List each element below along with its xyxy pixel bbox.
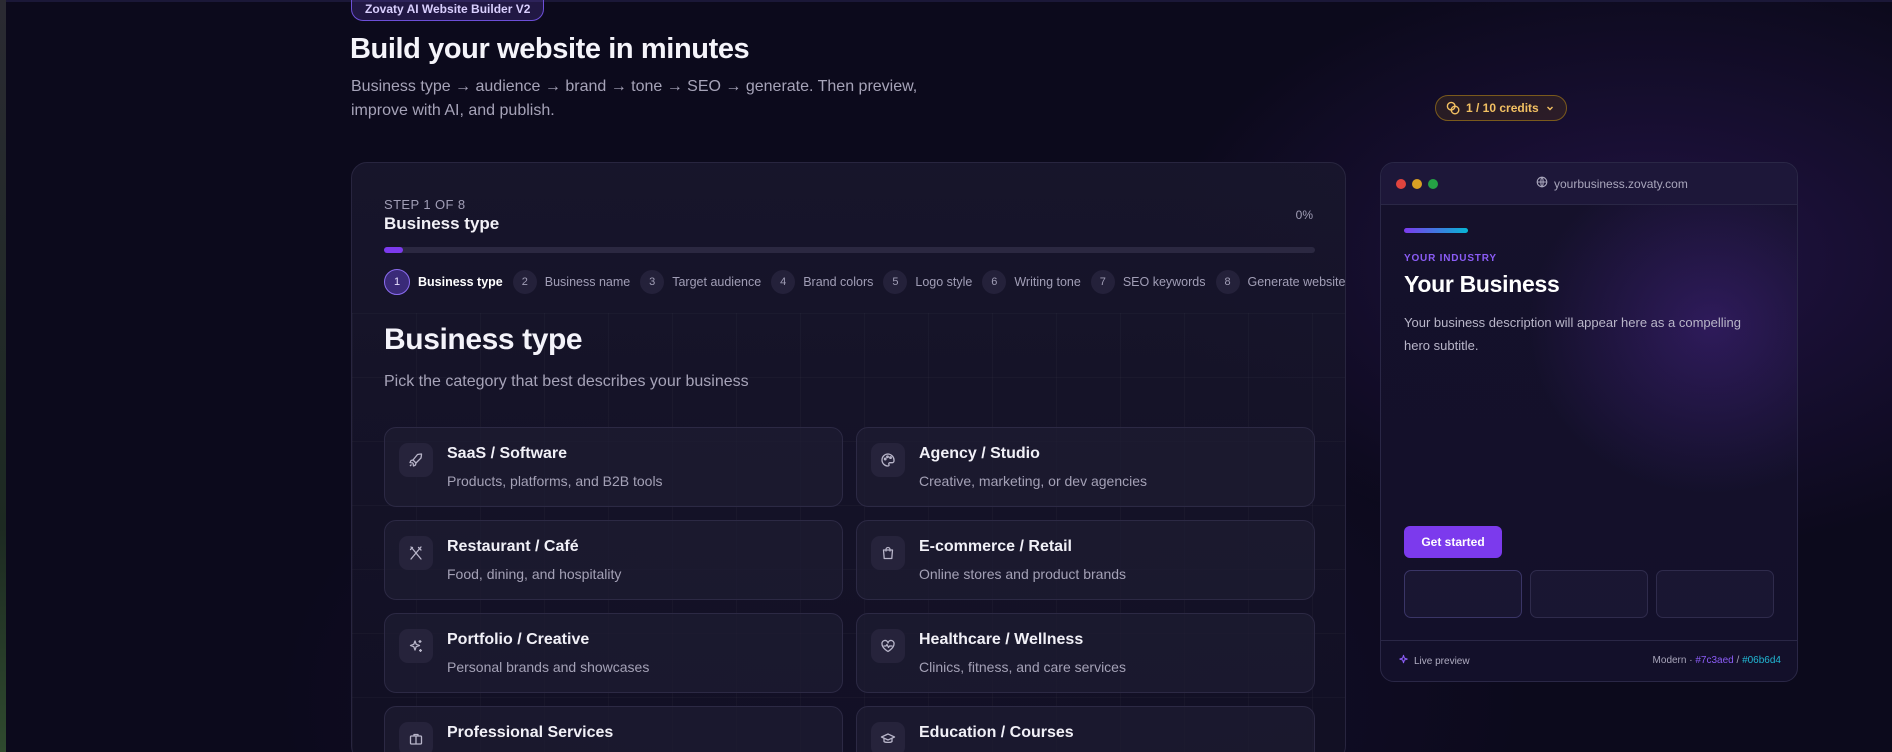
step-business-type[interactable]: 1 Business type	[384, 269, 503, 295]
preview-description: Your business description will appear he…	[1404, 315, 1741, 353]
business-type-options: SaaS / Software Products, platforms, and…	[384, 427, 1315, 752]
option-description: Food, dining, and hospitality	[447, 566, 622, 582]
step-brand-colors[interactable]: 4 Brand colors	[771, 270, 873, 294]
progress-bar	[384, 247, 1315, 253]
option-title: Healthcare / Wellness	[919, 631, 1084, 648]
step-number: 3	[640, 270, 665, 294]
website-preview: yourbusiness.zovaty.com YOUR INDUSTRY Yo…	[1380, 162, 1798, 682]
briefcase-icon	[399, 722, 433, 752]
preview-feature-tiles	[1404, 570, 1774, 618]
option-title: E-commerce / Retail	[919, 538, 1072, 555]
preview-footer: Live preview Modern · #7c3aed / #06b6d4	[1381, 640, 1797, 681]
step-number: 6	[982, 270, 1007, 294]
step-number: 5	[883, 270, 908, 294]
globe-icon	[1536, 176, 1548, 191]
url-text: yourbusiness.zovaty.com	[1554, 176, 1688, 191]
step-label: Business type	[418, 275, 503, 289]
page-subtitle: Business type → audience → brand → tone …	[351, 78, 918, 119]
preview-industry: YOUR INDUSTRY	[1404, 253, 1497, 264]
accent-bar	[1404, 228, 1468, 233]
rocket-icon	[399, 443, 433, 477]
option-healthcare[interactable]: Healthcare / Wellness Clinics, fitness, …	[856, 613, 1315, 693]
credits-label: 1 / 10 credits	[1466, 101, 1539, 115]
option-saas[interactable]: SaaS / Software Products, platforms, and…	[384, 427, 843, 507]
utensils-icon	[399, 536, 433, 570]
progress-percent: 0%	[1295, 208, 1313, 222]
step-number: 8	[1215, 270, 1240, 294]
theme-info: Modern · #7c3aed / #06b6d4	[1653, 655, 1781, 666]
step-target-audience[interactable]: 3 Target audience	[640, 270, 761, 294]
feature-tile	[1530, 570, 1648, 618]
page-title: Build your website in minutes	[350, 33, 750, 65]
step-number: 4	[771, 270, 796, 294]
option-description: Clinics, fitness, and care services	[919, 659, 1126, 675]
graduation-cap-icon	[871, 722, 905, 752]
step-counter: STEP 1 OF 8	[384, 197, 466, 212]
option-title: SaaS / Software	[447, 445, 568, 462]
browser-bar: yourbusiness.zovaty.com	[1381, 163, 1797, 205]
step-logo-style[interactable]: 5 Logo style	[883, 270, 972, 294]
close-dot-icon	[1396, 179, 1406, 189]
version-badge: Zovaty AI Website Builder V2	[351, 0, 545, 21]
step-number: 2	[512, 270, 537, 294]
step-label: Logo style	[915, 275, 973, 289]
heart-pulse-icon	[871, 629, 905, 663]
step-number: 1	[384, 269, 410, 295]
option-title: Education / Courses	[919, 724, 1074, 741]
progress-fill	[384, 247, 403, 253]
step-label: Generate website	[1247, 275, 1346, 289]
sparkle-icon	[1398, 654, 1409, 668]
section-title: Business type	[384, 323, 583, 356]
option-ecommerce[interactable]: E-commerce / Retail Online stores and pr…	[856, 520, 1315, 600]
option-description: Products, platforms, and B2B tools	[447, 473, 663, 489]
feature-tile	[1656, 570, 1774, 618]
step-number: 7	[1090, 270, 1115, 294]
theme-label: Modern ·	[1652, 655, 1696, 666]
option-agency[interactable]: Agency / Studio Creative, marketing, or …	[856, 427, 1315, 507]
step-label: SEO keywords	[1122, 275, 1206, 289]
option-description: Creative, marketing, or dev agencies	[919, 473, 1147, 489]
step-label: Target audience	[672, 275, 762, 289]
option-restaurant[interactable]: Restaurant / Café Food, dining, and hosp…	[384, 520, 843, 600]
step-seo-keywords[interactable]: 7 SEO keywords	[1090, 270, 1206, 294]
option-portfolio[interactable]: Portfolio / Creative Personal brands and…	[384, 613, 843, 693]
minimize-dot-icon	[1412, 179, 1422, 189]
option-description: Personal brands and showcases	[447, 659, 650, 675]
top-border	[0, 0, 1892, 2]
wizard-card: STEP 1 OF 8 Business type 0% 1 Business …	[351, 162, 1346, 752]
step-label: Brand colors	[803, 275, 874, 289]
feature-tile	[1404, 570, 1522, 618]
step-label: Writing tone	[1014, 275, 1081, 289]
color-separator: /	[1733, 655, 1743, 666]
preview-url: yourbusiness.zovaty.com	[1536, 176, 1688, 191]
option-title: Professional Services	[447, 724, 614, 741]
live-preview-indicator: Live preview	[1398, 654, 1470, 668]
option-professional-services[interactable]: Professional Services	[384, 706, 843, 752]
secondary-color-code: #06b6d4	[1742, 655, 1781, 666]
maximize-dot-icon	[1428, 179, 1438, 189]
chevron-down-icon	[1545, 103, 1555, 113]
current-step-title: Business type	[384, 214, 500, 233]
palette-icon	[871, 443, 905, 477]
option-title: Restaurant / Café	[447, 538, 579, 555]
primary-color-code: #7c3aed	[1695, 655, 1734, 666]
window-edge	[0, 0, 6, 752]
live-preview-label: Live preview	[1414, 655, 1470, 667]
shopping-bag-icon	[871, 536, 905, 570]
preview-title: Your Business	[1404, 271, 1560, 297]
option-education[interactable]: Education / Courses	[856, 706, 1315, 752]
sparkles-icon	[399, 629, 433, 663]
coins-icon	[1446, 101, 1460, 115]
option-description: Online stores and product brands	[919, 566, 1127, 582]
step-business-name[interactable]: 2 Business name	[512, 270, 631, 294]
step-generate-website[interactable]: 8 Generate website	[1215, 270, 1346, 294]
section-subtitle: Pick the category that best describes yo…	[384, 373, 749, 390]
credits-button[interactable]: 1 / 10 credits	[1435, 95, 1567, 121]
option-title: Portfolio / Creative	[447, 631, 590, 648]
preview-cta-button[interactable]: Get started	[1404, 526, 1502, 558]
option-title: Agency / Studio	[919, 445, 1040, 462]
step-nav: 1 Business type 2 Business name 3 Target…	[384, 268, 1345, 296]
step-writing-tone[interactable]: 6 Writing tone	[982, 270, 1081, 294]
step-label: Business name	[544, 275, 631, 289]
